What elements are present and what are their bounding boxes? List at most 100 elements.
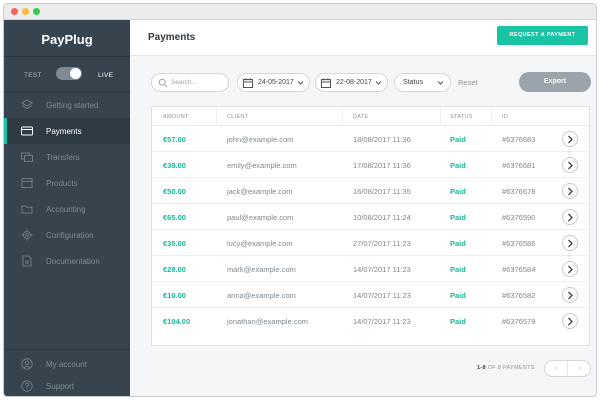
sidebar-item-label: Payments <box>46 127 82 136</box>
payment-id: #6376586 <box>502 239 536 248</box>
chevron-right-icon <box>568 161 573 170</box>
column-divider <box>491 107 492 126</box>
folder-icon <box>21 205 33 214</box>
payment-amount: €39.00 <box>163 161 186 170</box>
payment-date: 14/07/2017 11:23 <box>353 317 411 326</box>
table-row[interactable]: €104.00 jonathan@example.com 14/07/2017 … <box>152 308 589 334</box>
table-header: AMOUNT CLIENT DATE STATUS ID <box>152 107 589 126</box>
request-payment-button[interactable]: REQUEST A PAYMENT <box>497 26 588 45</box>
row-details-button[interactable] <box>562 209 578 225</box>
payments-table: AMOUNT CLIENT DATE STATUS ID €57.00 john… <box>151 106 590 346</box>
payment-id: #6376584 <box>502 265 536 274</box>
browser-window: PayPlug TEST LIVE Getting started Paymen… <box>3 3 597 397</box>
payment-status: Paid <box>450 291 466 300</box>
date-to-value: 22-08-2017 <box>336 79 372 86</box>
chevron-right-icon <box>568 187 573 196</box>
row-details-button[interactable] <box>562 287 578 303</box>
date-to-picker[interactable]: 22-08-2017 <box>315 73 388 92</box>
maximize-window-button[interactable] <box>33 8 40 15</box>
table-row[interactable]: €50.00 jack@example.com 16/08/2017 11:35… <box>152 178 589 204</box>
chevron-down-icon <box>375 81 382 85</box>
box-icon <box>21 178 33 188</box>
payment-status: Paid <box>450 239 466 248</box>
minimize-window-button[interactable] <box>22 8 29 15</box>
row-details-button[interactable] <box>562 183 578 199</box>
date-from-picker[interactable]: 24-05-2017 <box>237 73 310 92</box>
previous-page-button[interactable]: ‹ <box>545 361 568 376</box>
live-mode-toggle[interactable] <box>56 67 82 80</box>
search-input[interactable] <box>171 77 225 88</box>
pagination-controls: ‹ › <box>544 360 591 377</box>
table-row[interactable]: €35.00 lucy@example.com 27/07/2017 11:23… <box>152 230 589 256</box>
sidebar-item-label: Documentation <box>46 257 100 266</box>
sidebar-item-documentation[interactable]: Documentation <box>4 248 130 274</box>
next-page-button[interactable]: › <box>568 361 591 376</box>
payment-client: john@example.com <box>227 135 294 144</box>
column-header-status[interactable]: STATUS <box>450 114 473 120</box>
sidebar-item-support[interactable]: Support <box>4 373 130 396</box>
payment-date: 14/07/2017 11:23 <box>353 265 411 274</box>
pagination-range: 1-8 <box>477 365 486 371</box>
column-header-amount[interactable]: AMOUNT <box>163 114 189 120</box>
search-field[interactable] <box>151 73 229 92</box>
column-header-client[interactable]: CLIENT <box>227 114 248 120</box>
payment-date: 17/08/2017 11:36 <box>353 161 411 170</box>
chevron-right-icon <box>568 213 573 222</box>
sidebar-item-products[interactable]: Products <box>4 170 130 196</box>
chevron-right-icon <box>568 291 573 300</box>
sidebar-item-payments[interactable]: Payments <box>4 118 130 144</box>
table-row[interactable]: €57.00 john@example.com 18/08/2017 11:36… <box>152 126 589 152</box>
column-header-id[interactable]: ID <box>502 114 508 120</box>
row-details-button[interactable] <box>562 313 578 329</box>
user-icon <box>21 358 33 370</box>
chevron-right-icon <box>568 265 573 274</box>
table-row[interactable]: €65.00 paul@example.com 10/08/2017 11:24… <box>152 204 589 230</box>
table-row[interactable]: €10.00 anna@example.com 14/07/2017 11:23… <box>152 282 589 308</box>
sidebar-divider <box>4 56 130 57</box>
row-details-button[interactable] <box>562 157 578 173</box>
payment-client: emily@example.com <box>227 161 297 170</box>
page-header: Payments REQUEST A PAYMENT <box>130 20 596 56</box>
row-details-button[interactable] <box>562 261 578 277</box>
export-button[interactable]: Export <box>519 72 591 92</box>
reset-filters-link[interactable]: Reset <box>458 78 478 87</box>
status-select-value: Status <box>403 79 423 86</box>
pagination-summary: 1-8 OF 8 PAYMENTS <box>477 365 535 371</box>
payment-amount: €28.00 <box>163 265 186 274</box>
payment-id: #6376579 <box>502 317 536 326</box>
payment-date: 10/08/2017 11:24 <box>353 213 411 222</box>
calendar-icon <box>321 78 331 88</box>
row-details-button[interactable] <box>562 235 578 251</box>
app-logo[interactable]: PayPlug <box>4 32 130 47</box>
table-row[interactable]: €28.00 mark@example.com 14/07/2017 11:23… <box>152 256 589 282</box>
row-details-button[interactable] <box>562 131 578 147</box>
payment-status: Paid <box>450 265 466 274</box>
sidebar-item-label: Getting started <box>46 101 99 110</box>
sidebar-item-accounting[interactable]: Accounting <box>4 196 130 222</box>
payment-id: #6376590 <box>502 213 536 222</box>
layers-icon <box>21 99 33 110</box>
window-titlebar <box>4 4 596 20</box>
status-select[interactable]: Status <box>394 73 451 92</box>
page-title: Payments <box>148 32 196 43</box>
payment-date: 27/07/2017 11:23 <box>353 239 411 248</box>
sidebar-item-configuration[interactable]: Configuration <box>4 222 130 248</box>
sidebar-item-getting-started[interactable]: Getting started <box>4 92 130 118</box>
sidebar-item-transfers[interactable]: Transfers <box>4 144 130 170</box>
payment-amount: €10.00 <box>163 291 186 300</box>
main-content: Payments REQUEST A PAYMENT 24-05-2017 22… <box>130 20 596 396</box>
sidebar: PayPlug TEST LIVE Getting started Paymen… <box>4 20 130 396</box>
payment-amount: €104.00 <box>163 317 191 326</box>
payment-date: 16/08/2017 11:35 <box>353 187 411 196</box>
close-window-button[interactable] <box>11 8 18 15</box>
env-live-label: LIVE <box>98 72 114 79</box>
payment-status: Paid <box>450 135 466 144</box>
payment-client: jonathan@example.com <box>227 317 308 326</box>
sidebar-item-label: My account <box>46 360 87 369</box>
sidebar-item-label: Configuration <box>46 231 94 240</box>
sidebar-item-label: Products <box>46 179 78 188</box>
table-row[interactable]: €39.00 emily@example.com 17/08/2017 11:3… <box>152 152 589 178</box>
calendar-icon <box>243 78 253 88</box>
column-header-date[interactable]: DATE <box>353 114 368 120</box>
sidebar-item-label: Support <box>46 382 75 391</box>
